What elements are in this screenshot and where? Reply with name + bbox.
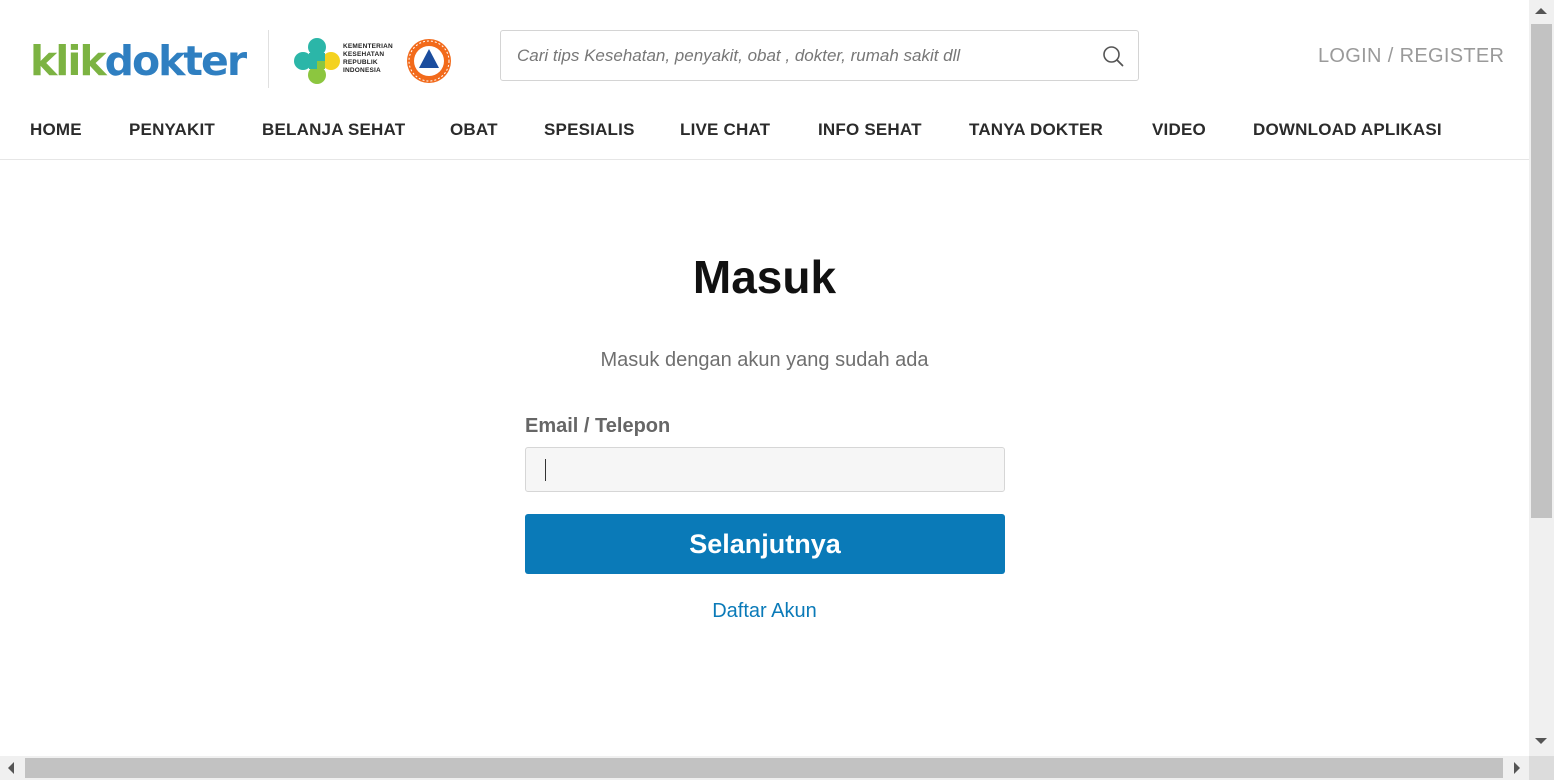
site-header: klikdokter KEMENTERIAN KESEHATAN REPUBLI…: [0, 0, 1529, 160]
login-link[interactable]: LOGIN: [1318, 45, 1382, 67]
register-link[interactable]: REGISTER: [1400, 45, 1505, 67]
kemenkes-logo-text: KEMENTERIAN KESEHATAN REPUBLIK INDONESIA: [343, 43, 393, 74]
logo-part-klik: klik: [30, 37, 107, 85]
header-divider: [268, 30, 269, 88]
nav-obat[interactable]: OBAT: [450, 120, 498, 140]
email-phone-field: [525, 447, 1005, 492]
search-box: [500, 30, 1139, 81]
nav-live-chat[interactable]: LIVE CHAT: [680, 120, 770, 140]
kemenkes-logo-icon: [294, 38, 340, 84]
scroll-down-arrow-icon[interactable]: [1535, 738, 1547, 744]
page-subtitle: Masuk dengan akun yang sudah ada: [600, 349, 929, 371]
text-caret: [545, 459, 546, 481]
auth-separator: /: [1387, 45, 1394, 67]
vertical-scroll-thumb[interactable]: [1531, 24, 1552, 518]
auth-links: LOGIN / REGISTER: [1318, 45, 1504, 68]
scroll-up-arrow-icon[interactable]: [1535, 8, 1547, 14]
logo-part-dokter: dokter: [104, 37, 247, 85]
page-title: Masuk: [692, 251, 837, 303]
search-input[interactable]: [517, 31, 1087, 80]
nav-video[interactable]: VIDEO: [1152, 120, 1206, 140]
bnpb-emblem-icon: [407, 39, 451, 83]
horizontal-scrollbar[interactable]: [0, 756, 1529, 780]
klikdokter-logo[interactable]: klikdokter: [30, 37, 247, 85]
nav-spesialis[interactable]: SPESIALIS: [544, 120, 635, 140]
register-link-container: Daftar Akun: [0, 600, 1529, 623]
nav-download-aplikasi[interactable]: DOWNLOAD APLIKASI: [1253, 120, 1442, 140]
scrollbar-corner: [1529, 756, 1554, 780]
nav-tanya-dokter[interactable]: TANYA DOKTER: [969, 120, 1103, 140]
nav-info-sehat[interactable]: INFO SEHAT: [818, 120, 922, 140]
nav-penyakit[interactable]: PENYAKIT: [129, 120, 215, 140]
main-nav: HOME PENYAKIT BELANJA SEHAT OBAT SPESIAL…: [0, 120, 1529, 146]
page: klikdokter KEMENTERIAN KESEHATAN REPUBLI…: [0, 0, 1529, 756]
vertical-scrollbar[interactable]: [1529, 0, 1554, 756]
next-button[interactable]: Selanjutnya: [525, 514, 1005, 574]
horizontal-scroll-thumb[interactable]: [25, 758, 1503, 778]
nav-belanja-sehat[interactable]: BELANJA SEHAT: [262, 120, 405, 140]
search-icon[interactable]: [1102, 45, 1124, 67]
scroll-left-arrow-icon[interactable]: [8, 762, 14, 774]
daftar-akun-link[interactable]: Daftar Akun: [712, 600, 817, 622]
email-phone-label: Email / Telepon: [525, 415, 671, 437]
email-phone-input[interactable]: [526, 448, 1004, 491]
scroll-right-arrow-icon[interactable]: [1514, 762, 1520, 774]
nav-home[interactable]: HOME: [30, 120, 82, 140]
